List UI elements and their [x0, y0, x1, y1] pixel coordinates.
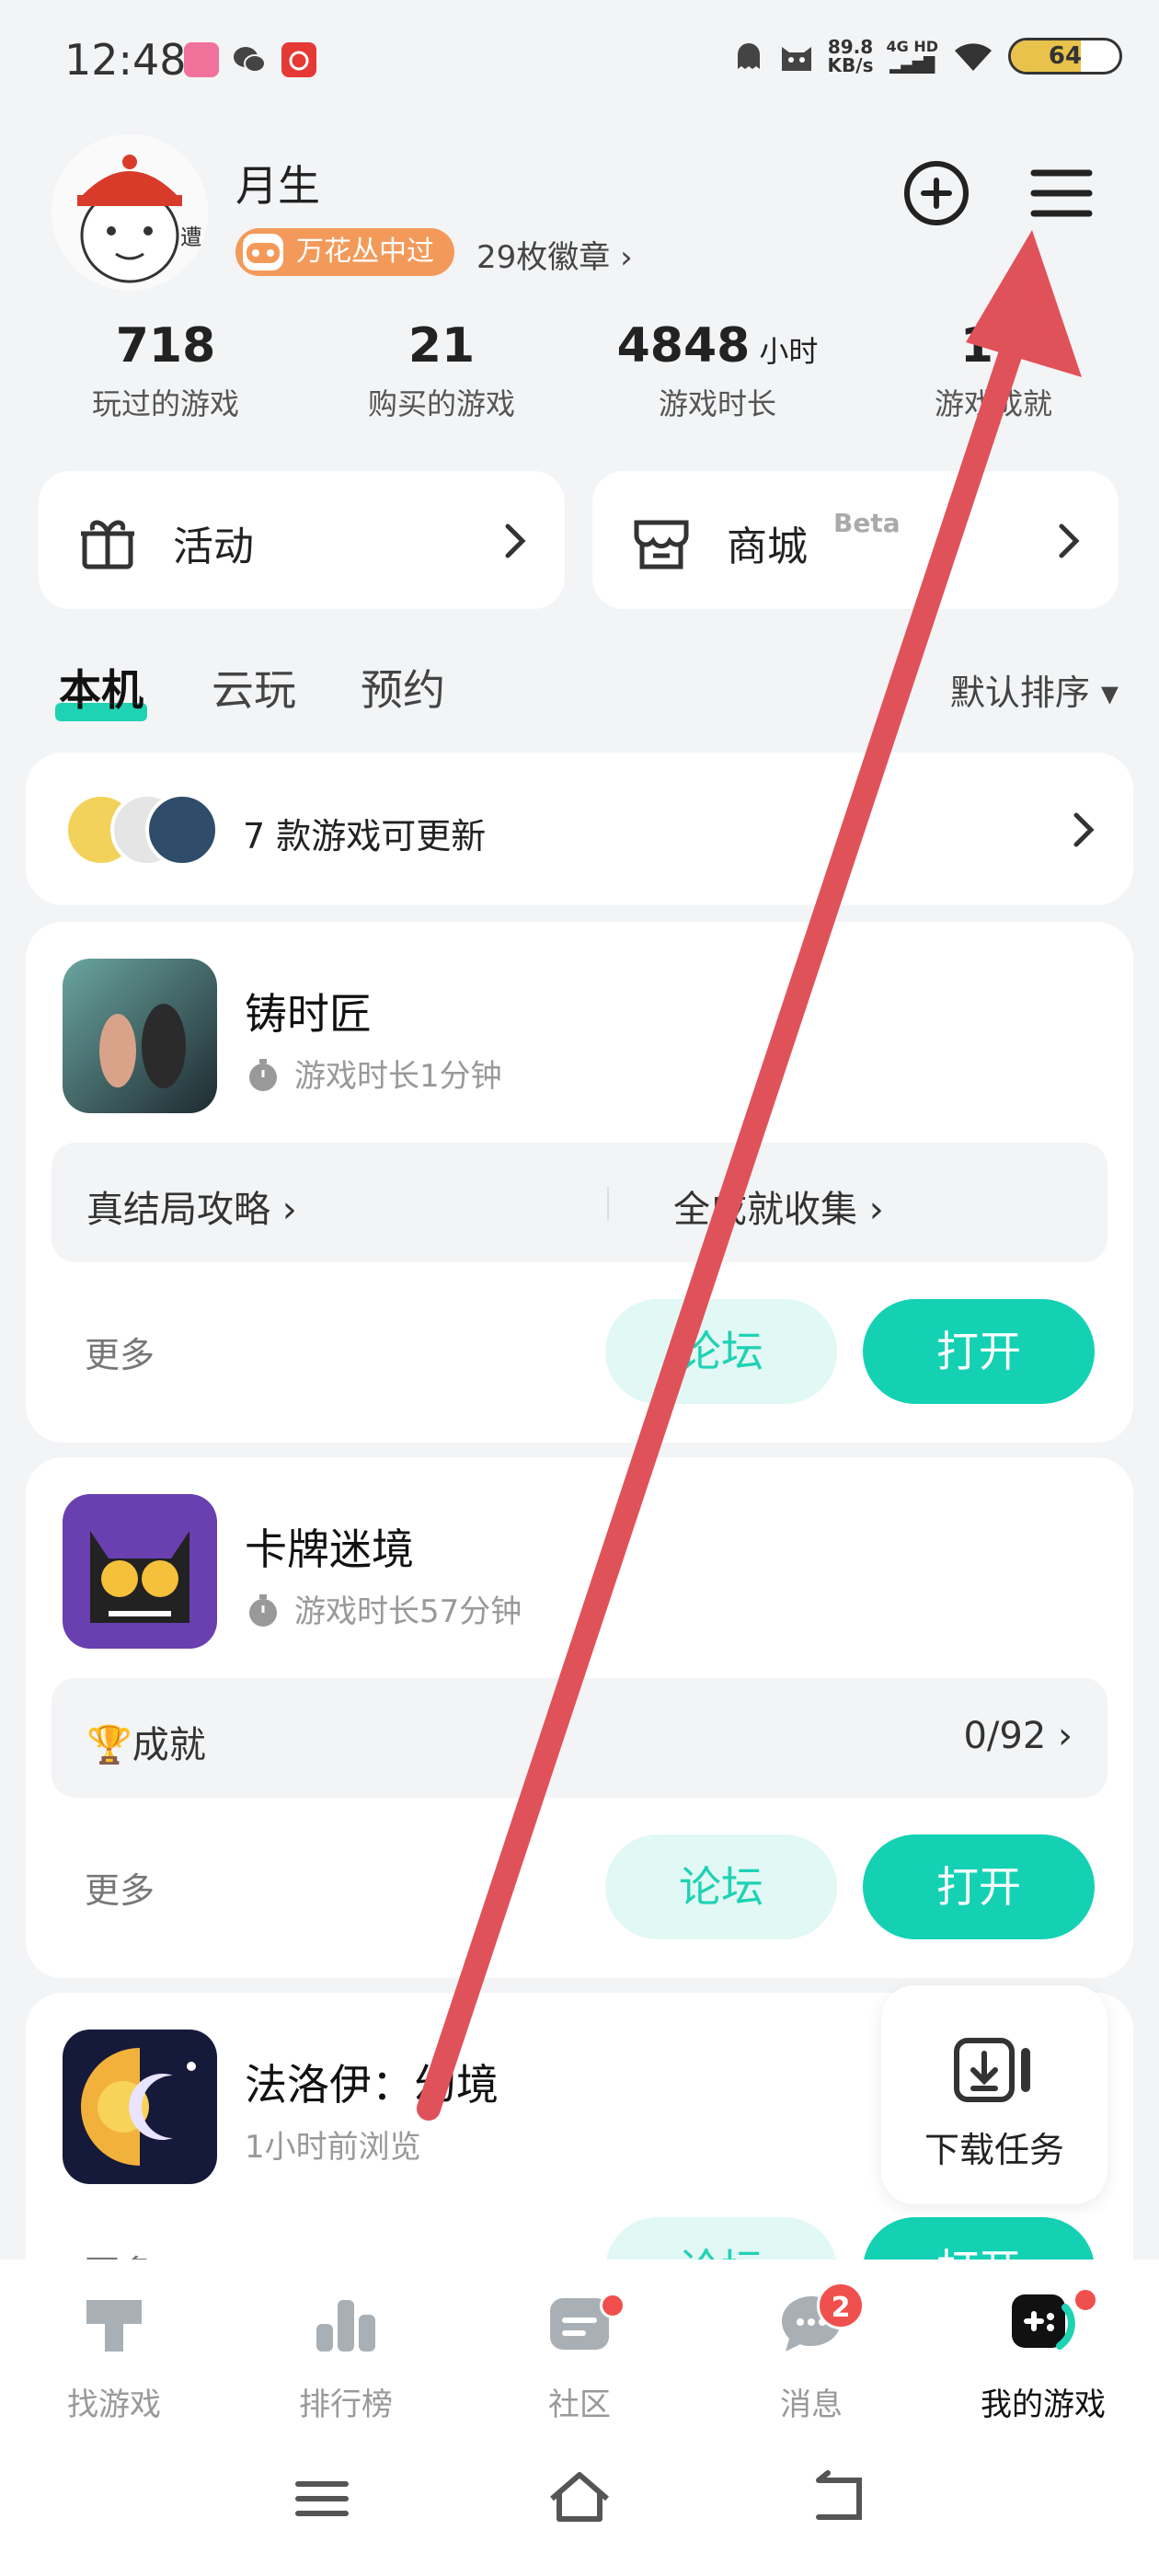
sort-dropdown[interactable]: 默认排序 ▾: [950, 664, 1119, 715]
game-icon[interactable]: [63, 1494, 217, 1649]
ghost-icon: [737, 43, 760, 69]
achievement-row[interactable]: 🏆成就 0/92 ›: [52, 1678, 1107, 1798]
activity-card[interactable]: 活动: [39, 471, 565, 609]
more-button[interactable]: 更多: [85, 1862, 155, 1913]
true-ending-guide-link[interactable]: 真结局攻略 ›: [86, 1179, 297, 1233]
strategy-links: 真结局攻略 › 全成就收集 ›: [52, 1143, 1107, 1262]
timer-icon: [249, 1059, 277, 1091]
tab-reserve[interactable]: 预约: [361, 657, 445, 718]
game-playtime: 游戏时长1分钟: [245, 1051, 502, 1096]
tab-cloud[interactable]: 云玩: [212, 657, 296, 718]
nav-label: 排行榜: [299, 2386, 393, 2423]
achievement-progress: 0/92 ›: [963, 1715, 1073, 1757]
menu-icon[interactable]: [1023, 155, 1100, 232]
timer-icon: [249, 1594, 277, 1627]
download-tasks-label: 下载任务: [924, 2130, 1064, 2170]
badge-count-link[interactable]: 29枚徽章 ›: [476, 232, 633, 277]
game-title[interactable]: 铸时匠: [245, 981, 372, 1041]
notification-dot: [600, 2293, 625, 2318]
game-thumb: [145, 793, 219, 867]
open-button[interactable]: 打开: [863, 1834, 1095, 1939]
wifi-icon: [955, 43, 992, 71]
net-speed: 89.8 KB/s: [827, 36, 874, 76]
stat-value: 17: [959, 318, 1027, 374]
chevron-right-icon: [505, 523, 526, 558]
system-back-icon[interactable]: [800, 2462, 874, 2536]
game-icon[interactable]: [63, 959, 217, 1113]
game-last-viewed: 1小时前浏览: [245, 2129, 421, 2166]
nav-label: 社区: [548, 2386, 611, 2423]
nav-messages[interactable]: 消息 2: [710, 2282, 912, 2424]
divider: [607, 1187, 609, 1220]
nav-label: 消息: [780, 2386, 843, 2423]
stat-label: 游戏成就: [934, 386, 1052, 421]
activity-label: 活动: [173, 523, 254, 570]
stat-purchased-games[interactable]: 21 购买的游戏: [313, 318, 570, 423]
user-title-badge[interactable]: 万花丛中过: [235, 228, 454, 276]
stat-played-games[interactable]: 718 玩过的游戏: [37, 318, 294, 423]
download-icon: [954, 2038, 1030, 2102]
battery-indicator: 64: [1008, 38, 1122, 75]
message-count-badge: 2: [817, 2282, 865, 2329]
game-title[interactable]: 卡牌迷境: [245, 1516, 414, 1577]
nav-label: 我的游戏: [981, 2386, 1106, 2423]
system-home-icon[interactable]: [543, 2462, 616, 2536]
chevron-right-icon: [1059, 523, 1080, 558]
svg-text:遭: 遭: [180, 224, 202, 250]
stat-value: 718: [115, 318, 216, 374]
stat-value: 4848 小时: [616, 318, 819, 374]
status-bar: 12:48 89.8 KB/s 4G HD ▂▄▆█ 64: [0, 0, 1159, 110]
username[interactable]: 月生: [235, 153, 320, 213]
achievement-label: 🏆成就: [86, 1724, 206, 1766]
stat-achievements[interactable]: 17 游戏成就: [865, 318, 1122, 423]
stat-label: 游戏时长: [658, 386, 776, 421]
ranking-icon: [316, 2300, 375, 2352]
nav-my-games[interactable]: 我的游戏: [942, 2287, 1144, 2424]
netease-music-icon: [281, 42, 316, 77]
open-button[interactable]: 打开: [863, 1299, 1095, 1404]
find-games-icon: [86, 2300, 142, 2352]
nav-find-games[interactable]: 找游戏: [13, 2287, 215, 2424]
status-time: 12:48: [64, 35, 187, 85]
game-playtime: 游戏时长57分钟: [245, 1586, 522, 1631]
bilibili-icon: [184, 42, 219, 77]
stat-label: 购买的游戏: [367, 386, 515, 421]
nav-label: 找游戏: [67, 2386, 161, 2423]
forum-button[interactable]: 论坛: [605, 1834, 837, 1939]
nav-rankings[interactable]: 排行榜: [245, 2287, 447, 2424]
badge-label: 万花丛中过: [296, 236, 434, 268]
avatar[interactable]: 遭: [52, 134, 208, 291]
signal-indicator: 4G HD ▂▄▆█: [886, 38, 938, 74]
wechat-icon: [232, 42, 267, 77]
forum-button[interactable]: 论坛: [605, 1299, 837, 1404]
chevron-right-icon: [1073, 812, 1095, 847]
mall-card[interactable]: 商城 Beta: [592, 471, 1119, 609]
notification-dot: [1073, 2287, 1098, 2313]
cat-icon: [781, 47, 811, 71]
my-games-icon: [1012, 2294, 1075, 2350]
store-icon: [634, 520, 689, 569]
system-menu-icon[interactable]: [285, 2462, 359, 2536]
gift-icon: [81, 520, 134, 569]
bottom-nav: 找游戏 排行榜 社区 消息 2 我的游戏: [0, 2260, 1159, 2576]
stat-play-time[interactable]: 4848 小时 游戏时长: [589, 318, 846, 423]
game-icon[interactable]: [63, 2030, 217, 2184]
game-card: 铸时匠 游戏时长1分钟 真结局攻略 › 全成就收集 › 更多 论坛 打开: [26, 922, 1133, 1443]
update-available-card[interactable]: 7 款游戏可更新: [26, 753, 1133, 905]
mall-label: 商城: [727, 523, 808, 570]
beta-tag: Beta: [833, 508, 901, 538]
game-title[interactable]: 法洛伊：幻境: [245, 2052, 499, 2112]
tab-local[interactable]: 本机: [55, 657, 147, 721]
more-button[interactable]: 更多: [85, 1327, 155, 1377]
download-tasks-button[interactable]: 下载任务: [881, 1985, 1107, 2204]
stat-value: 21: [407, 318, 476, 374]
add-circle-icon[interactable]: [898, 155, 975, 232]
game-card: 卡牌迷境 游戏时长57分钟 🏆成就 0/92 › 更多 论坛 打开: [26, 1457, 1133, 1978]
nav-community[interactable]: 社区: [478, 2287, 681, 2424]
gamepad-icon: [243, 234, 283, 270]
update-text: 7 款游戏可更新: [243, 816, 487, 857]
stat-label: 玩过的游戏: [91, 386, 239, 421]
achievement-collection-link[interactable]: 全成就收集 ›: [673, 1179, 884, 1233]
